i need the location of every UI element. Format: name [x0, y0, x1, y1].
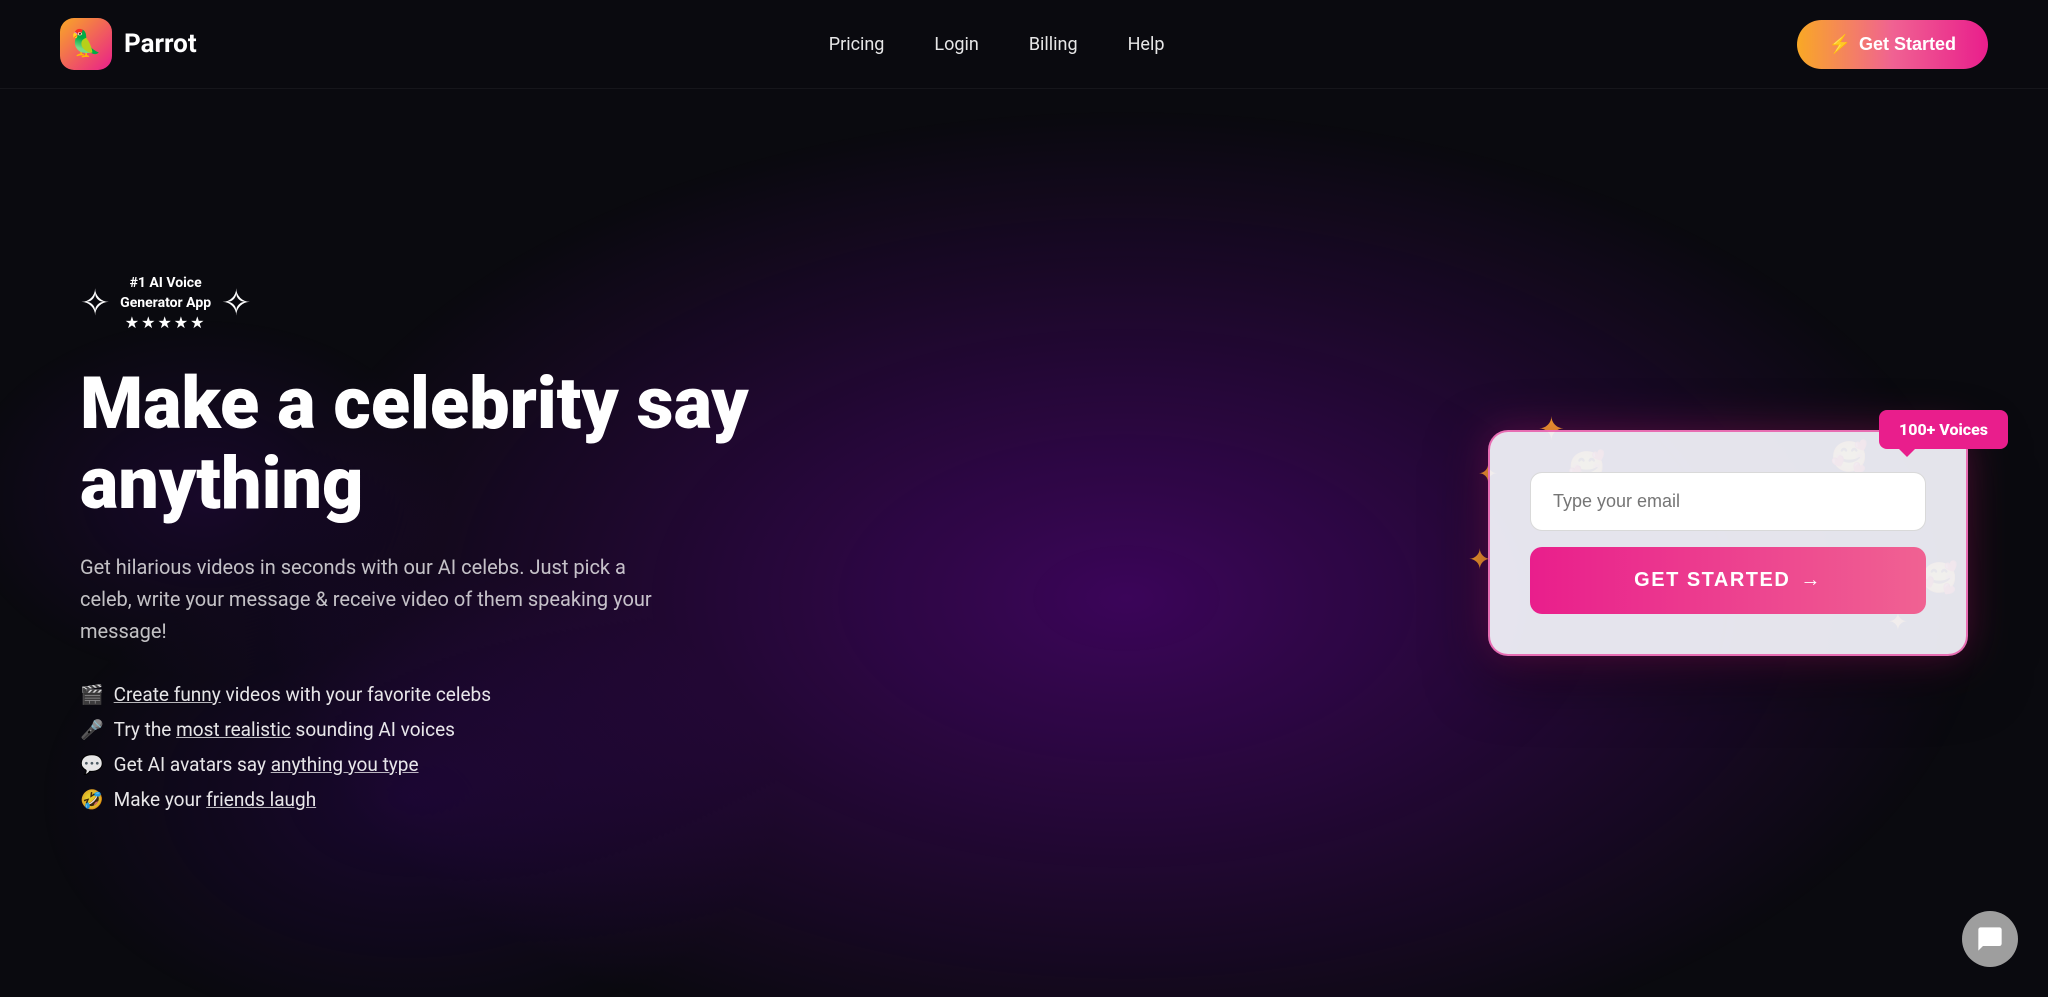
award-title: #1 AI VoiceGenerator App — [120, 274, 211, 313]
award-text: #1 AI VoiceGenerator App ★★★★★ — [120, 274, 211, 332]
feature-icon-3: 💬 — [80, 753, 104, 776]
hero-right: ✦ ✦ ✦ ✦ ✦ 🥰 🥰 🥰 100+ Voices GET STARTED … — [1488, 430, 1968, 656]
navbar: 🦜 Parrot Pricing Login Billing Help ⚡ Ge… — [0, 0, 2048, 89]
chat-icon — [1976, 925, 2004, 953]
nav-link-billing[interactable]: Billing — [1029, 34, 1078, 55]
chat-bubble-button[interactable] — [1962, 911, 2018, 967]
feature-underline-2: most realistic — [176, 718, 291, 741]
feature-underline-4: friends laugh — [206, 788, 316, 811]
logo-icon: 🦜 — [60, 18, 112, 70]
award-stars: ★★★★★ — [120, 313, 211, 332]
logo[interactable]: 🦜 Parrot — [60, 18, 197, 70]
feature-underline-3: anything you type — [271, 753, 419, 776]
feature-item-2: 🎤 Try the most realistic sounding AI voi… — [80, 718, 760, 741]
feature-item-4: 🤣 Make your friends laugh — [80, 788, 760, 811]
laurel-right-icon: ✧ — [221, 282, 251, 324]
nav-link-help[interactable]: Help — [1128, 34, 1165, 55]
nav-get-started-button[interactable]: ⚡ Get Started — [1797, 20, 1988, 69]
feature-icon-1: 🎬 — [80, 683, 104, 706]
feature-item-3: 💬 Get AI avatars say anything you type — [80, 753, 760, 776]
logo-text: Parrot — [124, 29, 197, 59]
award-badge: ✧ #1 AI VoiceGenerator App ★★★★★ ✧ — [80, 274, 760, 332]
signup-card: GET STARTED → — [1488, 430, 1968, 656]
nav-link-pricing[interactable]: Pricing — [829, 34, 885, 55]
voices-badge: 100+ Voices — [1879, 410, 2008, 449]
hero-headline: Make a celebrity say anything — [80, 364, 760, 522]
lightning-icon: ⚡ — [1829, 34, 1851, 55]
card-get-started-button[interactable]: GET STARTED → — [1530, 547, 1926, 614]
nav-link-login[interactable]: Login — [934, 34, 978, 55]
hero-section: ✧ #1 AI VoiceGenerator App ★★★★★ ✧ Make … — [0, 89, 2048, 996]
feature-icon-2: 🎤 — [80, 718, 104, 741]
hero-subtext: Get hilarious videos in seconds with our… — [80, 551, 660, 647]
feature-item-1: 🎬 Create funny videos with your favorite… — [80, 683, 760, 706]
email-input[interactable] — [1530, 472, 1926, 531]
feature-icon-4: 🤣 — [80, 788, 104, 811]
hero-left: ✧ #1 AI VoiceGenerator App ★★★★★ ✧ Make … — [80, 274, 760, 811]
nav-links: Pricing Login Billing Help — [829, 34, 1165, 55]
laurel-left-icon: ✧ — [80, 282, 110, 324]
feature-underline-1: Create funny — [114, 683, 221, 706]
feature-list: 🎬 Create funny videos with your favorite… — [80, 683, 760, 811]
